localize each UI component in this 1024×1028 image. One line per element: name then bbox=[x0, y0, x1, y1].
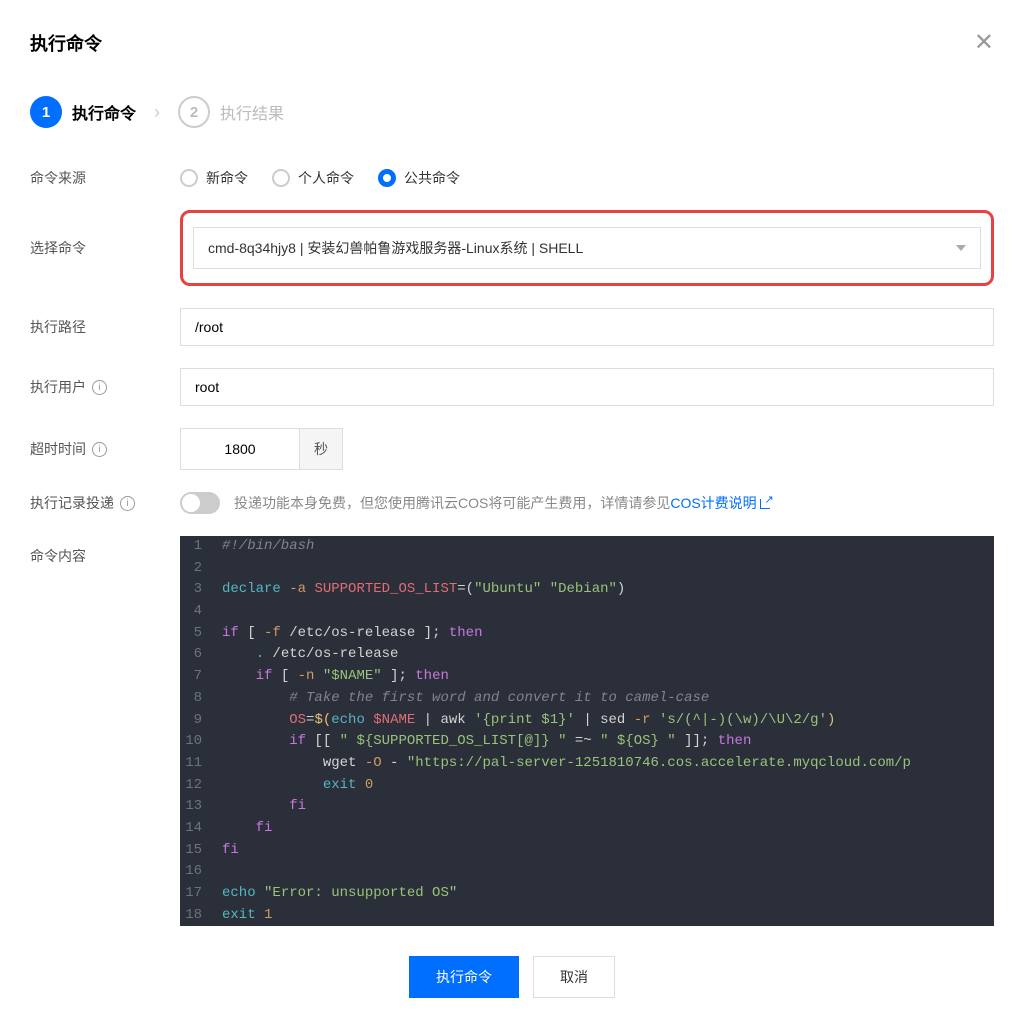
code-line: 3declare -a SUPPORTED_OS_LIST=("Ubuntu" … bbox=[180, 579, 994, 601]
radio-label: 新命令 bbox=[206, 168, 248, 188]
code-line: 11 wget -O - "https://pal-server-1251810… bbox=[180, 753, 994, 775]
label-exec-user: 执行用户 i bbox=[30, 377, 180, 397]
radio-icon bbox=[378, 169, 396, 187]
step-label: 执行结果 bbox=[220, 100, 284, 124]
info-icon[interactable]: i bbox=[92, 442, 107, 457]
radio-label: 公共命令 bbox=[404, 168, 460, 188]
close-icon[interactable]: ✕ bbox=[974, 31, 994, 55]
info-icon[interactable]: i bbox=[120, 496, 135, 511]
execution-path-input[interactable] bbox=[180, 308, 994, 346]
code-line: 15fi bbox=[180, 840, 994, 862]
code-line: 2 bbox=[180, 558, 994, 580]
log-delivery-hint: 投递功能本身免费，但您使用腾讯云COS将可能产生费用，详情请参见COS计费说明 bbox=[234, 493, 772, 513]
code-line: 9 OS=$(echo $NAME | awk '{print $1}' | s… bbox=[180, 710, 994, 732]
step-number: 2 bbox=[178, 96, 210, 128]
radio-label: 个人命令 bbox=[298, 168, 354, 188]
label-exec-path: 执行路径 bbox=[30, 317, 180, 337]
dialog-title: 执行命令 bbox=[30, 30, 102, 56]
code-line: 5if [ -f /etc/os-release ]; then bbox=[180, 623, 994, 645]
code-line: 7 if [ -n "$NAME" ]; then bbox=[180, 666, 994, 688]
label-select-command: 选择命令 bbox=[30, 238, 180, 258]
code-line: 13 fi bbox=[180, 796, 994, 818]
radio-public-command[interactable]: 公共命令 bbox=[378, 168, 460, 188]
radio-personal-command[interactable]: 个人命令 bbox=[272, 168, 354, 188]
radio-new-command[interactable]: 新命令 bbox=[180, 168, 248, 188]
timeout-input[interactable] bbox=[180, 428, 300, 470]
code-line: 4 bbox=[180, 601, 994, 623]
label-command-content: 命令内容 bbox=[30, 536, 180, 566]
cos-pricing-link[interactable]: COS计费说明 bbox=[670, 495, 771, 511]
log-delivery-toggle[interactable] bbox=[180, 492, 220, 514]
label-timeout: 超时时间 i bbox=[30, 439, 180, 459]
code-line: 18exit 1 bbox=[180, 905, 994, 927]
chevron-right-icon: › bbox=[154, 102, 160, 123]
radio-icon bbox=[180, 169, 198, 187]
info-icon[interactable]: i bbox=[92, 380, 107, 395]
code-line: 6 . /etc/os-release bbox=[180, 644, 994, 666]
timeout-unit: 秒 bbox=[300, 428, 343, 470]
execute-button[interactable]: 执行命令 bbox=[409, 956, 519, 998]
code-line: 14 fi bbox=[180, 818, 994, 840]
code-line: 1#!/bin/bash bbox=[180, 536, 994, 558]
step-number: 1 bbox=[30, 96, 62, 128]
label-command-source: 命令来源 bbox=[30, 168, 180, 188]
step-1: 1 执行命令 bbox=[30, 96, 136, 128]
select-command-highlight-frame: cmd-8q34hjy8 | 安装幻兽帕鲁游戏服务器-Linux系统 | SHE… bbox=[180, 210, 994, 286]
external-link-icon bbox=[760, 497, 772, 509]
code-line: 17echo "Error: unsupported OS" bbox=[180, 883, 994, 905]
select-command-value: cmd-8q34hjy8 | 安装幻兽帕鲁游戏服务器-Linux系统 | SHE… bbox=[208, 238, 583, 258]
cancel-button[interactable]: 取消 bbox=[533, 956, 615, 998]
select-command-dropdown[interactable]: cmd-8q34hjy8 | 安装幻兽帕鲁游戏服务器-Linux系统 | SHE… bbox=[193, 227, 981, 269]
label-log-delivery: 执行记录投递 i bbox=[30, 493, 180, 513]
stepper: 1 执行命令 › 2 执行结果 bbox=[30, 96, 994, 128]
step-label: 执行命令 bbox=[72, 100, 136, 124]
code-line: 10 if [[ " ${SUPPORTED_OS_LIST[@]} " =~ … bbox=[180, 731, 994, 753]
code-line: 12 exit 0 bbox=[180, 775, 994, 797]
execution-user-input[interactable] bbox=[180, 368, 994, 406]
chevron-down-icon bbox=[956, 245, 966, 251]
code-line: 8 # Take the first word and convert it t… bbox=[180, 688, 994, 710]
radio-icon bbox=[272, 169, 290, 187]
step-2: 2 执行结果 bbox=[178, 96, 284, 128]
code-line: 16 bbox=[180, 861, 994, 883]
command-code-editor[interactable]: 1#!/bin/bash2 3declare -a SUPPORTED_OS_L… bbox=[180, 536, 994, 926]
